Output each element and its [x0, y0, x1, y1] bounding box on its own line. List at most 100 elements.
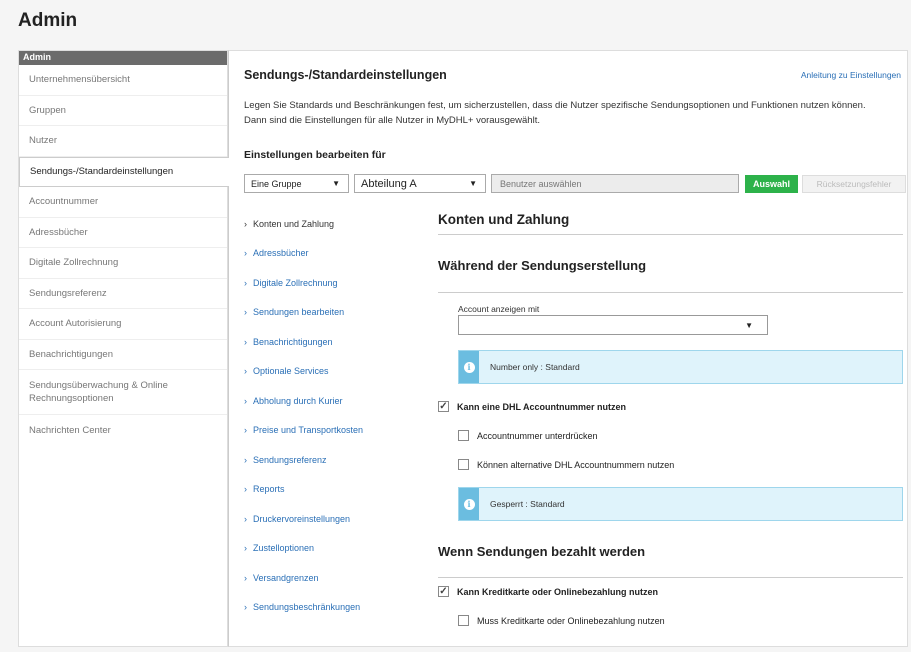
info-text: Number only : Standard — [490, 362, 580, 372]
sidebar-item-groups[interactable]: Gruppen — [19, 96, 227, 126]
nav-item-edit-shipments[interactable]: › Sendungen bearbeiten — [244, 298, 434, 328]
nav-item-shipment-reference[interactable]: › Sendungsreferenz — [244, 445, 434, 475]
sidebar-item-account-number[interactable]: Accountnummer — [19, 187, 227, 218]
section-nav: › Konten und Zahlung › Adressbücher › Digit… — [244, 209, 434, 622]
checkbox-label: Muss Kreditkarte oder Onlinebezahlung nu… — [477, 615, 665, 626]
nav-item-printer-settings[interactable]: › Druckervoreinstellungen — [244, 504, 434, 534]
nav-item-reports[interactable]: › Reports — [244, 475, 434, 505]
chevron-right-icon: › — [244, 395, 247, 406]
chevron-right-icon: › — [244, 602, 247, 613]
account-display-label: Account anzeigen mit — [458, 304, 540, 314]
group-select-value: Eine Gruppe — [251, 178, 302, 189]
checkbox-unchecked[interactable] — [458, 459, 469, 470]
main-title: Sendungs-/Standardeinstellungen — [244, 68, 447, 82]
sidebar-item-address-books[interactable]: Adressbücher — [19, 218, 227, 248]
nav-item-label: Versandgrenzen — [253, 572, 319, 583]
main-panel: Sendungs-/Standardeinstellungen Anleitun… — [228, 50, 908, 647]
nav-item-label: Abholung durch Kurier — [253, 395, 343, 406]
check-row-must-credit-card[interactable]: Muss Kreditkarte oder Onlinebezahlung nu… — [458, 615, 665, 626]
sidebar-item-message-center[interactable]: Nachrichten Center — [19, 415, 227, 446]
caret-down-icon: ▼ — [745, 320, 753, 330]
nav-item-label: Reports — [253, 484, 285, 495]
chevron-right-icon: › — [244, 454, 247, 465]
checkbox-unchecked[interactable] — [458, 615, 469, 626]
nav-item-label: Preise und Transportkosten — [253, 425, 364, 436]
check-row-dhl-account[interactable]: ✓ Kann eine DHL Accountnummer nutzen — [438, 401, 626, 412]
sidebar-item-digital-invoice[interactable]: Digitale Zollrechnung — [19, 248, 227, 279]
divider — [438, 234, 903, 235]
info-icon: i — [463, 361, 475, 373]
chevron-right-icon: › — [244, 366, 247, 377]
chevron-right-icon: › — [244, 218, 247, 229]
nav-item-label: Konten und Zahlung — [253, 218, 335, 229]
nav-item-shipping-limits[interactable]: › Versandgrenzen — [244, 563, 434, 593]
nav-item-optional-services[interactable]: › Optionale Services — [244, 357, 434, 387]
info-icon-wrap: i — [459, 351, 479, 383]
info-icon: i — [463, 498, 475, 510]
subsection-title-payment: Wenn Sendungen bezahlt werden — [438, 544, 646, 559]
checkbox-label: Kann eine DHL Accountnummer nutzen — [457, 401, 627, 412]
department-select[interactable]: Abteilung A ▼ — [354, 174, 486, 193]
section-title: Konten und Zahlung — [438, 212, 570, 227]
check-row-suppress-account[interactable]: Accountnummer unterdrücken — [458, 430, 598, 441]
check-row-credit-card[interactable]: ✓ Kann Kreditkarte oder Onlinebezahlung … — [438, 586, 658, 597]
reset-button[interactable]: Rücksetzungsfehler — [802, 175, 906, 193]
description: Legen Sie Standards und Beschränkungen f… — [244, 100, 866, 126]
nav-item-label: Digitale Zollrechnung — [253, 277, 338, 288]
info-box-number-only: i Number only : Standard — [458, 350, 903, 384]
nav-item-label: Sendungsreferenz — [253, 454, 327, 465]
chevron-right-icon: › — [244, 572, 247, 583]
nav-item-label: Sendungsbeschränkungen — [253, 602, 361, 613]
sidebar-item-shipment-settings[interactable]: Sendungs-/Standardeinstellungen — [19, 156, 229, 187]
chevron-right-icon: › — [244, 248, 247, 259]
checkbox-checked[interactable]: ✓ — [438, 401, 449, 412]
info-icon-wrap: i — [459, 488, 479, 520]
divider — [438, 577, 903, 578]
checkbox-label: Kann Kreditkarte oder Onlinebezahlung nu… — [457, 586, 659, 597]
nav-item-notifications[interactable]: › Benachrichtigungen — [244, 327, 434, 357]
info-text: Gesperrt : Standard — [490, 499, 565, 509]
checkbox-label: Können alternative DHL Accountnummern nu… — [477, 459, 675, 470]
chevron-right-icon: › — [244, 484, 247, 495]
nav-item-prices-transport[interactable]: › Preise und Transportkosten — [244, 416, 434, 446]
info-box-locked: i Gesperrt : Standard — [458, 487, 903, 521]
sidebar-item-company-overview[interactable]: Unternehmensübersicht — [19, 65, 227, 96]
help-link[interactable]: Anleitung zu Einstellungen — [801, 70, 901, 80]
chevron-right-icon: › — [244, 543, 247, 554]
sidebar-item-notifications[interactable]: Benachrichtigungen — [19, 340, 227, 370]
subsection-title-creation: Während der Sendungserstellung — [438, 258, 647, 273]
chevron-right-icon: › — [244, 513, 247, 524]
nav-item-digital-invoice[interactable]: › Digitale Zollrechnung — [244, 268, 434, 298]
chevron-right-icon: › — [244, 277, 247, 288]
checkbox-unchecked[interactable] — [458, 430, 469, 441]
sidebar-item-account-authorization[interactable]: Account Autorisierung — [19, 309, 227, 340]
sidebar-item-shipment-reference[interactable]: Sendungsreferenz — [19, 279, 227, 309]
account-display-select[interactable]: ▼ — [458, 315, 768, 335]
check-row-alternative-accounts[interactable]: Können alternative DHL Accountnummern nu… — [458, 459, 674, 470]
sidebar-item-tracking-invoicing[interactable]: Sendungsüberwachung & Online Rechnungsop… — [19, 370, 227, 415]
nav-item-accounts-payment[interactable]: › Konten und Zahlung — [244, 209, 434, 239]
nav-item-address-books[interactable]: › Adressbücher — [244, 239, 434, 269]
checkbox-checked[interactable]: ✓ — [438, 586, 449, 597]
nav-item-label: Druckervoreinstellungen — [253, 513, 351, 524]
sidebar-item-users[interactable]: Nutzer — [19, 126, 227, 157]
caret-down-icon: ▼ — [469, 179, 477, 188]
nav-item-label: Sendungen bearbeiten — [253, 307, 345, 318]
nav-item-courier-pickup[interactable]: › Abholung durch Kurier — [244, 386, 434, 416]
nav-item-delivery-options[interactable]: › Zustelloptionen — [244, 534, 434, 564]
select-button[interactable]: Auswahl — [745, 175, 798, 193]
nav-item-label: Benachrichtigungen — [253, 336, 333, 347]
nav-item-label: Optionale Services — [253, 366, 329, 377]
edit-settings-label: Einstellungen bearbeiten für — [244, 149, 386, 161]
nav-item-shipment-restrictions[interactable]: › Sendungsbeschränkungen — [244, 593, 434, 623]
nav-item-label: Zustelloptionen — [253, 543, 315, 554]
checkbox-label: Accountnummer unterdrücken — [477, 430, 598, 441]
chevron-right-icon: › — [244, 336, 247, 347]
sidebar-header: Admin — [19, 51, 227, 65]
user-search-input[interactable]: Benutzer auswählen — [491, 174, 739, 193]
chevron-right-icon: › — [244, 425, 247, 436]
group-select[interactable]: Eine Gruppe ▼ — [244, 174, 349, 193]
admin-sidebar: Admin Unternehmensübersicht Gruppen Nutz… — [18, 50, 229, 647]
chevron-right-icon: › — [244, 307, 247, 318]
department-select-value: Abteilung A — [361, 177, 417, 190]
